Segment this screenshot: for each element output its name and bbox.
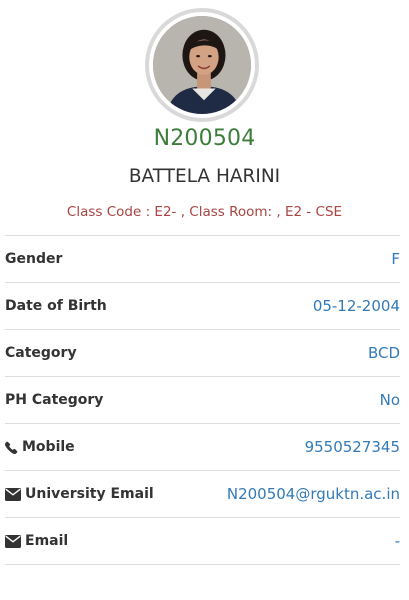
detail-row-mobile: Mobile 9550527345 [5, 424, 400, 471]
detail-label-text: Email [25, 533, 69, 549]
student-id: N200504 [153, 126, 256, 151]
detail-value: BCD [367, 344, 400, 362]
detail-label: Mobile [5, 439, 75, 455]
detail-label: Email [5, 533, 68, 549]
phone-icon [5, 441, 18, 454]
detail-row-gender: Gender F [5, 236, 400, 283]
detail-label-text: University Email [25, 486, 154, 502]
detail-label: University Email [5, 486, 154, 502]
detail-value: 05-12-2004 [312, 297, 400, 315]
email-link[interactable]: - [395, 532, 400, 550]
avatar [153, 16, 251, 114]
avatar-frame [145, 8, 259, 122]
detail-label: Gender [5, 251, 62, 267]
detail-label-text: Date of Birth [5, 298, 107, 314]
detail-row-university-email: University Email N200504@rguktn.ac.in [5, 471, 400, 518]
detail-row-category: Category BCD [5, 330, 400, 377]
mobile-number-link[interactable]: 9550527345 [305, 438, 400, 456]
detail-value: No [379, 391, 400, 409]
detail-row-ph-category: PH Category No [5, 377, 400, 424]
detail-label-text: Category [5, 345, 77, 361]
detail-label: PH Category [5, 392, 103, 408]
student-profile: N200504 BATTELA HARINI Class Code : E2- … [0, 0, 409, 600]
detail-label: Date of Birth [5, 298, 107, 314]
detail-row-email: Email - [5, 518, 400, 565]
class-info: Class Code : E2- , Class Room: , E2 - CS… [66, 204, 343, 220]
university-email-link[interactable]: N200504@rguktn.ac.in [227, 485, 400, 503]
envelope-icon [5, 534, 21, 548]
detail-label-text: PH Category [5, 392, 104, 408]
detail-label: Category [5, 345, 77, 361]
details-table: Gender F Date of Birth 05-12-2004 Catego… [5, 235, 400, 565]
detail-value: F [391, 250, 400, 268]
envelope-icon [5, 487, 21, 501]
detail-row-date-of-birth: Date of Birth 05-12-2004 [5, 283, 400, 330]
detail-label-text: Gender [5, 251, 63, 267]
student-name: BATTELA HARINI [128, 166, 281, 187]
detail-label-text: Mobile [22, 439, 75, 455]
